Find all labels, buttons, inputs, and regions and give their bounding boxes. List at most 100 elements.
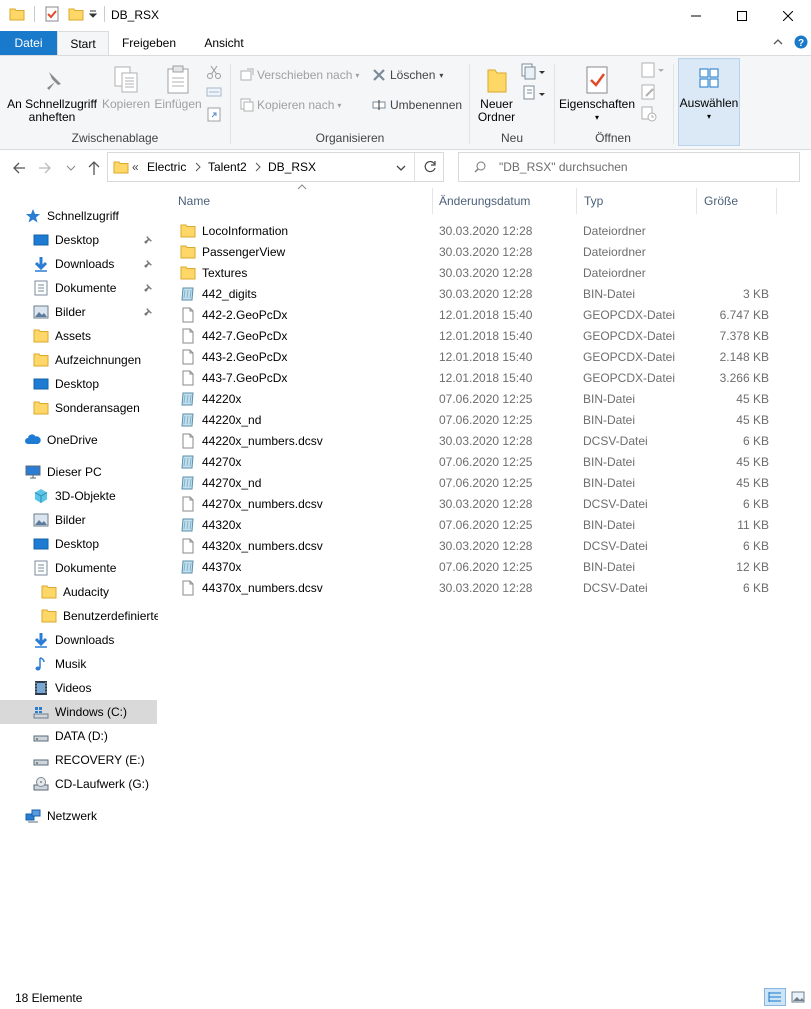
sidebar-item-desktop[interactable]: Desktop <box>33 229 158 251</box>
sidebar-item-data-d[interactable]: DATA (D:) <box>33 725 108 747</box>
large-icons-view-button[interactable] <box>789 988 807 1006</box>
move-to-button[interactable]: Verschieben nach ▾ <box>240 68 359 82</box>
maximize-button[interactable] <box>719 0 765 31</box>
file-row[interactable]: 44320x 07.06.2020 12:25 BIN-Datei 11 KB <box>170 514 782 535</box>
sidebar-item-desktop-2[interactable]: Desktop <box>33 373 99 395</box>
sidebar-item-recordings[interactable]: Aufzeichnungen <box>33 349 141 371</box>
folder-icon <box>180 223 196 239</box>
file-row[interactable]: 44270x_numbers.dcsv 30.03.2020 12:28 DCSV-… <box>170 493 782 514</box>
tab-datei[interactable]: Datei <box>0 31 57 55</box>
copy-to-button[interactable]: Kopieren nach ▾ <box>240 98 341 112</box>
sidebar-item-this-pc[interactable]: Dieser PC <box>25 461 102 483</box>
column-type[interactable]: Typ <box>584 186 694 216</box>
properties-button[interactable]: Eigenschaften ▾ <box>558 62 636 124</box>
sidebar-item-assets[interactable]: Assets <box>33 325 91 347</box>
search-box[interactable]: "DB_RSX" durchsuchen <box>458 152 800 182</box>
sidebar-item-videos[interactable]: Videos <box>33 677 91 699</box>
tab-freigeben[interactable]: Freigeben <box>113 31 185 55</box>
tab-ansicht[interactable]: Ansicht <box>191 31 257 55</box>
file-row[interactable]: 443-2.GeoPcDx 12.01.2018 15:40 GEOPCDX-Dat… <box>170 346 782 367</box>
address-bar[interactable]: « Electric Talent2 DB_RSX <box>107 152 444 182</box>
file-row[interactable]: 442_digits 30.03.2020 12:28 BIN-Datei 3 KB <box>170 283 782 304</box>
file-name: 44220x <box>202 391 242 406</box>
address-dropdown-icon[interactable] <box>395 163 407 173</box>
file-row[interactable]: 442-7.GeoPcDx 12.01.2018 15:40 GEOPCDX-Dat… <box>170 325 782 346</box>
file-name-cell: 443-2.GeoPcDx <box>180 346 287 367</box>
file-row[interactable]: 44370x 07.06.2020 12:25 BIN-Datei 12 KB <box>170 556 782 577</box>
sidebar-item-recovery-e[interactable]: RECOVERY (E:) <box>33 749 145 771</box>
close-button[interactable] <box>765 0 811 31</box>
collapse-ribbon-icon[interactable] <box>772 36 784 48</box>
edit-icon[interactable] <box>641 84 657 100</box>
sidebar-item-audacity[interactable]: Audacity <box>41 581 109 603</box>
open-icon[interactable] <box>641 62 665 78</box>
chevron-right-icon[interactable] <box>194 162 202 172</box>
new-item-icon[interactable] <box>521 62 545 80</box>
sidebar-item-custom[interactable]: Benutzerdefinierte <box>41 605 158 627</box>
file-row[interactable]: PassengerView 30.03.2020 12:28 Dateiordner <box>170 241 782 262</box>
file-row[interactable]: 443-7.GeoPcDx 12.01.2018 15:40 GEOPCDX-Dat… <box>170 367 782 388</box>
breadcrumb-electric[interactable]: Electric <box>147 160 186 174</box>
minimize-button[interactable] <box>673 0 719 31</box>
sidebar-item-downloads-2[interactable]: Downloads <box>33 629 114 651</box>
details-view-button[interactable] <box>764 988 786 1006</box>
column-date[interactable]: Änderungsdatum <box>439 186 576 216</box>
chevron-right-icon[interactable] <box>254 162 262 172</box>
file-row[interactable]: 44370x_numbers.dcsv 30.03.2020 12:28 DCSV-… <box>170 577 782 598</box>
delete-button[interactable]: Löschen ▾ <box>372 68 443 82</box>
help-icon[interactable]: ? <box>794 35 808 49</box>
sidebar-item-onedrive[interactable]: OneDrive <box>25 429 98 451</box>
customize-toolbar-icon[interactable] <box>88 9 98 19</box>
up-button[interactable] <box>87 160 101 176</box>
file-row[interactable]: 44270x 07.06.2020 12:25 BIN-Datei 45 KB <box>170 451 782 472</box>
sidebar-item-quick-access[interactable]: Schnellzugriff <box>25 205 119 227</box>
sidebar-item-windows-c[interactable]: Windows (C:) <box>0 700 157 724</box>
paste-shortcut-icon[interactable] <box>206 106 222 122</box>
recent-locations-button[interactable] <box>66 163 76 173</box>
copy-button[interactable]: Kopieren <box>100 62 152 111</box>
sidebar-item-cd-drive-g[interactable]: CD-Laufwerk (G:) <box>33 773 149 795</box>
file-size: 6 KB <box>742 580 769 595</box>
file-date: 30.03.2020 12:28 <box>439 496 533 511</box>
file-row[interactable]: 44320x_numbers.dcsv 30.03.2020 12:28 DCSV-… <box>170 535 782 556</box>
file-row[interactable]: LocoInformation 30.03.2020 12:28 Dateiordn… <box>170 220 782 241</box>
cut-icon[interactable] <box>206 64 222 80</box>
file-row[interactable]: Textures 30.03.2020 12:28 Dateiordner <box>170 262 782 283</box>
new-folder-button[interactable]: Neuer Ordner <box>474 62 519 124</box>
sidebar-item-desktop-3[interactable]: Desktop <box>33 533 99 555</box>
refresh-icon[interactable] <box>423 160 437 174</box>
sidebar-item-sonderansagen[interactable]: Sonderansagen <box>33 397 140 419</box>
forward-button[interactable] <box>38 161 52 175</box>
sidebar-item-downloads[interactable]: Downloads <box>33 253 158 275</box>
paste-button[interactable]: Einfügen <box>152 62 204 111</box>
tab-start[interactable]: Start <box>57 31 109 55</box>
history-icon[interactable] <box>641 106 657 122</box>
breadcrumb-db-rsx[interactable]: DB_RSX <box>268 160 316 174</box>
breadcrumb-talent2[interactable]: Talent2 <box>208 160 247 174</box>
pin-quick-access-button[interactable]: An Schnellzugriff anheften <box>4 68 100 124</box>
file-row[interactable]: 44220x 07.06.2020 12:25 BIN-Datei 45 KB <box>170 388 782 409</box>
sidebar-item-documents[interactable]: Dokumente <box>33 277 158 299</box>
back-button[interactable] <box>12 161 26 175</box>
file-row[interactable]: 44220x_numbers.dcsv 30.03.2020 12:28 DCSV-… <box>170 430 782 451</box>
properties-icon[interactable] <box>44 6 60 22</box>
column-name[interactable]: Name <box>178 186 430 216</box>
new-folder-icon[interactable] <box>68 6 84 22</box>
sidebar-item-pictures[interactable]: Bilder <box>33 301 158 323</box>
file-row[interactable]: 442-2.GeoPcDx 12.01.2018 15:40 GEOPCDX-Dat… <box>170 304 782 325</box>
copy-path-icon[interactable] <box>206 86 222 98</box>
sidebar-item-pictures-2[interactable]: Bilder <box>33 509 86 531</box>
file-date: 07.06.2020 12:25 <box>439 454 533 469</box>
sidebar-item-network[interactable]: Netzwerk <box>25 805 97 827</box>
file-row[interactable]: 44270x_nd 07.06.2020 12:25 BIN-Datei 45 KB <box>170 472 782 493</box>
column-size[interactable]: Größe <box>704 186 774 216</box>
drive-icon <box>33 728 49 744</box>
sidebar-item-documents-2[interactable]: Dokumente <box>33 557 116 579</box>
easy-access-icon[interactable] <box>521 84 545 102</box>
select-button[interactable]: Auswählen ▾ <box>678 58 740 146</box>
rename-button[interactable]: Umbenennen <box>372 98 462 112</box>
file-row[interactable]: 44220x_nd 07.06.2020 12:25 BIN-Datei 45 KB <box>170 409 782 430</box>
sidebar-item-3d-objects[interactable]: 3D-Objekte <box>33 485 116 507</box>
sidebar-item-music[interactable]: Musik <box>33 653 86 675</box>
breadcrumb-overflow[interactable]: « <box>132 160 139 174</box>
